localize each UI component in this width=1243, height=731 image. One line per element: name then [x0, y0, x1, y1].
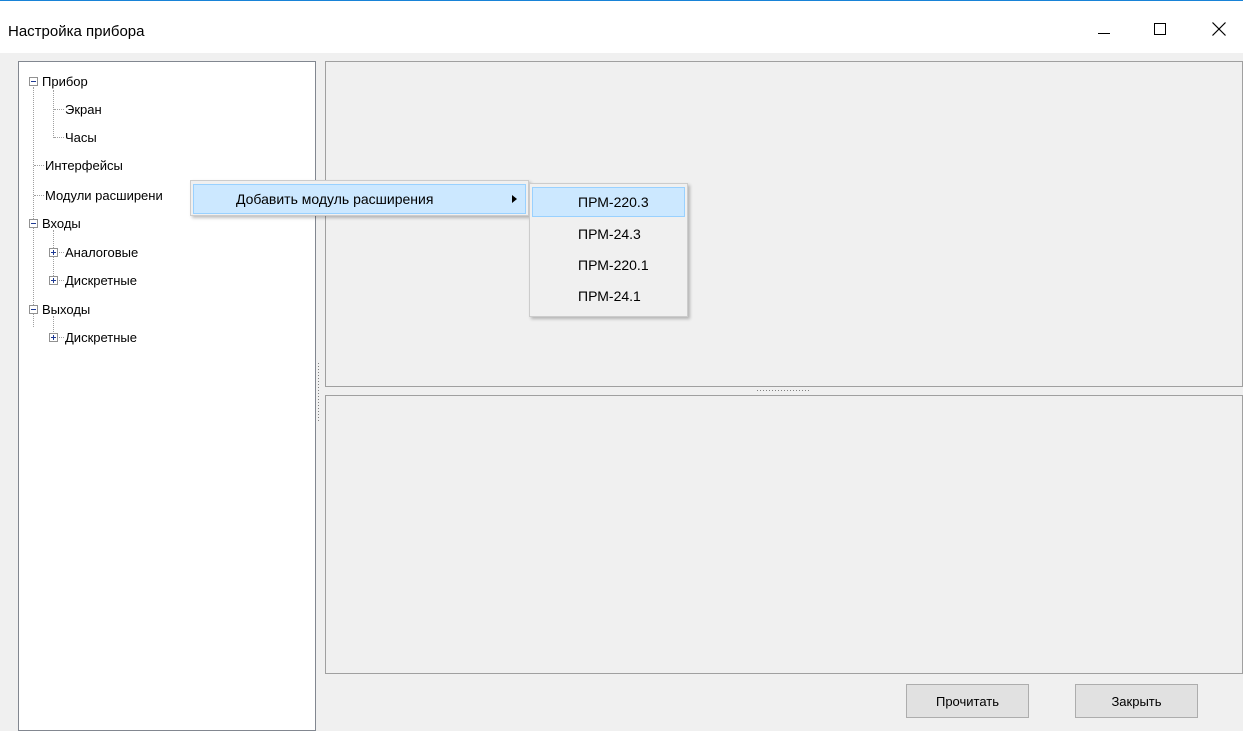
tree-connector [53, 90, 54, 138]
submenu-item-prm-24-1[interactable]: ПРМ-24.1 [532, 281, 685, 311]
tree-connector [54, 137, 64, 138]
tree-item-expansion-modules[interactable]: Модули расширени [45, 186, 163, 206]
device-tree[interactable]: Прибор Экран Часы Интерфейсы Модули расш… [18, 61, 316, 731]
expand-icon[interactable] [49, 333, 58, 342]
tree-connector [59, 337, 64, 338]
tree-item-device[interactable]: Прибор [42, 72, 88, 92]
maximize-icon [1154, 23, 1166, 35]
horizontal-splitter[interactable] [757, 390, 813, 392]
expand-icon[interactable] [49, 276, 58, 285]
tree-item-discrete-inputs[interactable]: Дискретные [65, 271, 137, 291]
context-menu: Добавить модуль расширения [190, 180, 529, 216]
settings-window: Настройка прибора Прибор Экран Часы Инте… [0, 0, 1243, 731]
close-button[interactable]: Закрыть [1075, 684, 1198, 718]
collapse-icon[interactable] [29, 305, 38, 314]
submenu-item-prm-220-1[interactable]: ПРМ-220.1 [532, 250, 685, 280]
read-button[interactable]: Прочитать [906, 684, 1029, 718]
tree-connector [59, 252, 64, 253]
collapse-icon[interactable] [29, 77, 38, 86]
menu-item-label: Добавить модуль расширения [236, 191, 434, 207]
tree-connector [33, 87, 34, 327]
window-title: Настройка прибора [8, 23, 145, 40]
tree-item-clock[interactable]: Часы [65, 128, 97, 148]
tree-connector [54, 109, 64, 110]
tree-item-discrete-outputs[interactable]: Дискретные [65, 328, 137, 348]
title-bar[interactable]: Настройка прибора [0, 1, 1243, 53]
maximize-button[interactable] [1137, 9, 1183, 49]
tree-connector [59, 280, 64, 281]
minimize-button[interactable] [1081, 9, 1127, 49]
tree-item-analog-inputs[interactable]: Аналоговые [65, 243, 138, 263]
collapse-icon[interactable] [29, 219, 38, 228]
top-panel [325, 61, 1243, 387]
add-expansion-module-menu-item[interactable]: Добавить модуль расширения [193, 184, 526, 214]
tree-item-outputs[interactable]: Выходы [42, 300, 90, 320]
close-window-button[interactable] [1196, 9, 1242, 49]
tree-item-interfaces[interactable]: Интерфейсы [45, 156, 123, 176]
minimize-icon [1098, 33, 1110, 34]
expand-icon[interactable] [49, 248, 58, 257]
tree-connector [34, 165, 44, 166]
submenu-arrow-icon [512, 195, 517, 203]
submenu-item-prm-220-3[interactable]: ПРМ-220.3 [532, 187, 685, 217]
tree-item-inputs[interactable]: Входы [42, 214, 81, 234]
submenu: ПРМ-220.3 ПРМ-24.3 ПРМ-220.1 ПРМ-24.1 [529, 183, 688, 317]
bottom-panel [325, 395, 1243, 674]
tree-connector [34, 195, 44, 196]
tree-item-screen[interactable]: Экран [65, 100, 102, 120]
submenu-item-prm-24-3[interactable]: ПРМ-24.3 [532, 219, 685, 249]
close-icon [1212, 22, 1226, 36]
vertical-splitter[interactable] [317, 363, 321, 423]
